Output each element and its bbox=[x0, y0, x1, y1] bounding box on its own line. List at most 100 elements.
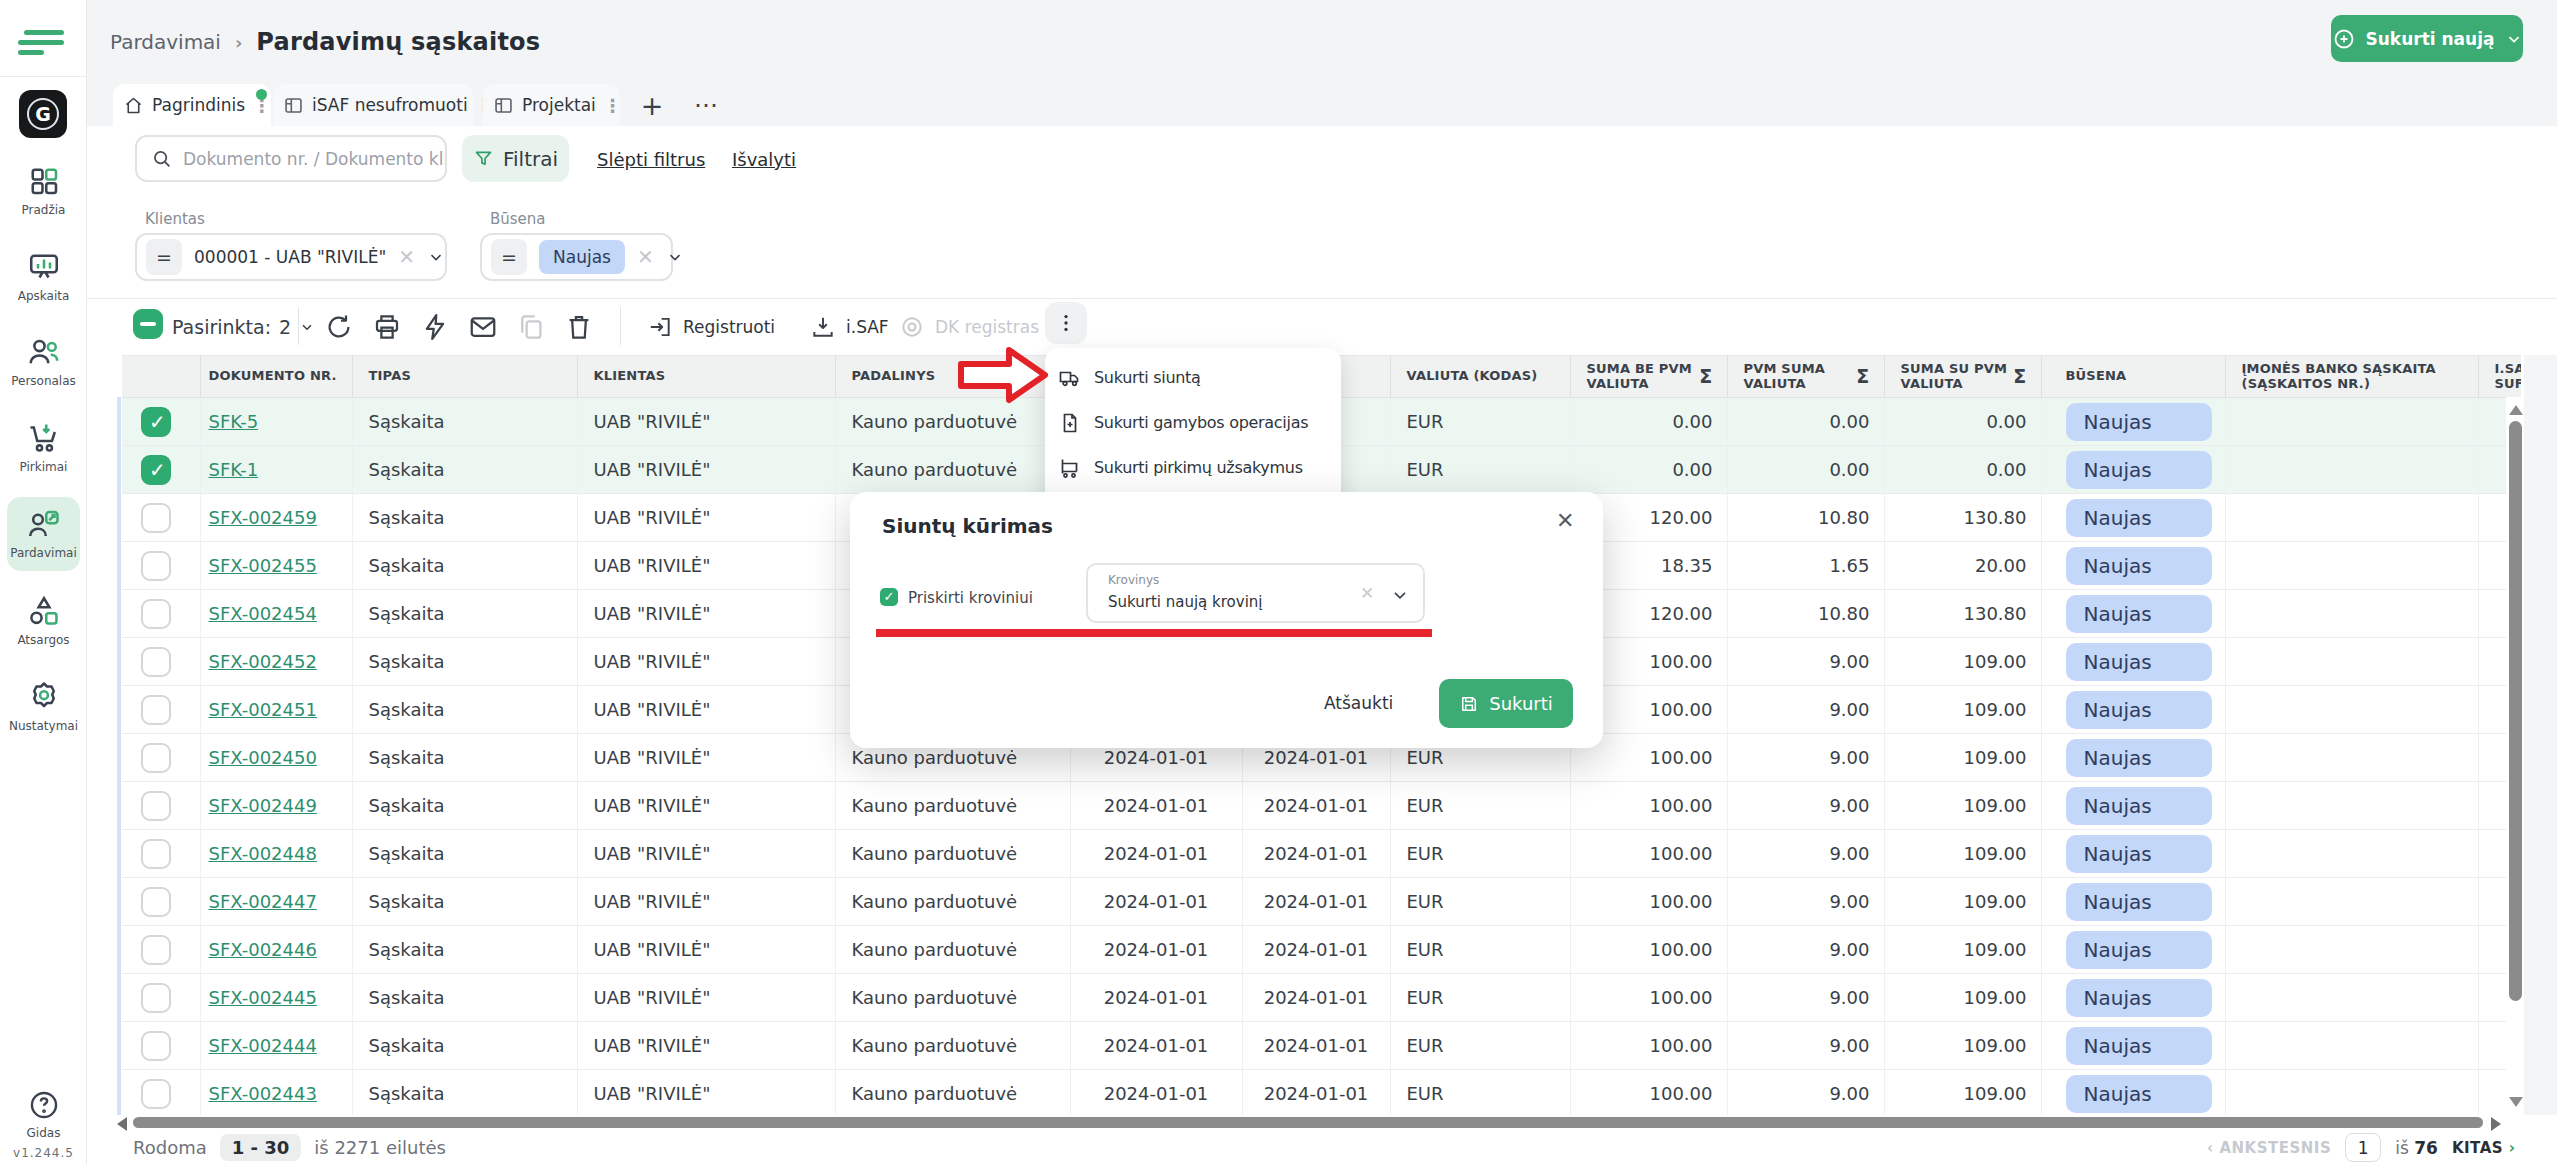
scroll-right-icon[interactable] bbox=[2491, 1117, 2501, 1131]
menu-item-sukurti-pirkimu[interactable]: Sukurti pirkimų užsakymus bbox=[1045, 445, 1341, 490]
filters-button[interactable]: Filtrai bbox=[462, 135, 569, 182]
hide-filters-link[interactable]: Slėpti filtrus bbox=[597, 149, 705, 170]
sum-icon[interactable]: Σ bbox=[1699, 366, 1712, 388]
sum-icon[interactable]: Σ bbox=[1856, 366, 1869, 388]
document-link[interactable]: SFX-002443 bbox=[209, 1083, 317, 1104]
chevron-down-icon[interactable] bbox=[427, 248, 445, 266]
tab-projektai[interactable]: Projektai ⋮ bbox=[483, 84, 620, 126]
row-checkbox[interactable] bbox=[141, 791, 171, 821]
document-link[interactable]: SFX-002455 bbox=[209, 555, 317, 576]
column-header-busena[interactable]: BŪSENA bbox=[2041, 356, 2225, 398]
column-header-tipas[interactable]: TIPAS bbox=[352, 356, 577, 398]
krovinys-select[interactable]: Krovinys Sukurti naują krovinį ✕ bbox=[1086, 563, 1425, 623]
menu-item-sukurti-siunta[interactable]: Sukurti siuntą bbox=[1045, 355, 1341, 400]
table-row[interactable]: SFX-002445 Sąskaita UAB "RIVILĖ" Kauno p… bbox=[122, 974, 2521, 1022]
row-checkbox[interactable] bbox=[141, 407, 171, 437]
table-row[interactable]: SFX-002444 Sąskaita UAB "RIVILĖ" Kauno p… bbox=[122, 1022, 2521, 1070]
sidebar-item-pardavimai[interactable]: Pardavimai bbox=[0, 506, 87, 560]
table-row[interactable]: SFX-002446 Sąskaita UAB "RIVILĖ" Kauno p… bbox=[122, 926, 2521, 974]
row-checkbox[interactable] bbox=[141, 647, 171, 677]
create-new-button[interactable]: Sukurti naują bbox=[2331, 15, 2523, 62]
sidebar-item-apskaita[interactable]: Apskaita bbox=[0, 249, 87, 303]
priskirti-checkbox[interactable]: ✓ bbox=[880, 588, 898, 606]
vertical-scrollbar-thumb[interactable] bbox=[2509, 421, 2522, 1001]
tab-pagrindinis[interactable]: Pagrindinis ⋮ bbox=[113, 84, 271, 126]
clear-icon[interactable]: ✕ bbox=[398, 245, 415, 269]
document-link[interactable]: SFX-002445 bbox=[209, 987, 317, 1008]
sidebar-item-personalas[interactable]: Personalas bbox=[0, 334, 87, 388]
column-header-imones-banko[interactable]: ĮMONĖS BANKO SĄSKAITA (SĄSKAITOS NR.) bbox=[2225, 356, 2478, 398]
chevron-down-icon[interactable] bbox=[666, 248, 684, 266]
column-header-klientas[interactable]: KLIENTAS bbox=[577, 356, 835, 398]
clear-icon[interactable]: ✕ bbox=[1360, 583, 1374, 603]
search-input[interactable]: Dokumento nr. / Dokumento kli bbox=[135, 135, 447, 182]
table-row[interactable]: SFX-002449 Sąskaita UAB "RIVILĖ" Kauno p… bbox=[122, 782, 2521, 830]
row-checkbox[interactable] bbox=[141, 839, 171, 869]
next-page-button[interactable]: KITAS › bbox=[2452, 1139, 2516, 1157]
clear-icon[interactable]: ✕ bbox=[637, 245, 654, 269]
print-button[interactable] bbox=[372, 312, 402, 342]
document-link[interactable]: SFX-002454 bbox=[209, 603, 317, 624]
row-checkbox[interactable] bbox=[141, 695, 171, 725]
row-checkbox[interactable] bbox=[141, 743, 171, 773]
row-checkbox[interactable] bbox=[141, 1079, 171, 1109]
busena-filter[interactable]: = Naujas ✕ bbox=[480, 233, 673, 281]
add-tab-button[interactable]: + bbox=[630, 84, 674, 126]
email-button[interactable] bbox=[468, 312, 498, 342]
document-link[interactable]: SFX-002447 bbox=[209, 891, 317, 912]
operator-button[interactable]: = bbox=[146, 239, 182, 275]
refresh-button[interactable] bbox=[324, 312, 354, 342]
scroll-down-icon[interactable] bbox=[2509, 1097, 2523, 1107]
tab-isaf-nesufromuoti[interactable]: iSAF nesufromuoti ⋮ bbox=[273, 84, 473, 126]
vertical-scrollbar[interactable] bbox=[2506, 397, 2524, 1115]
table-row[interactable]: SFX-002443 Sąskaita UAB "RIVILĖ" Kauno p… bbox=[122, 1070, 2521, 1116]
row-checkbox[interactable] bbox=[141, 503, 171, 533]
document-link[interactable]: SFX-002450 bbox=[209, 747, 317, 768]
column-header-pvm-suma[interactable]: PVM SUMA VALIUTAΣ bbox=[1727, 356, 1884, 398]
document-link[interactable]: SFX-002451 bbox=[209, 699, 317, 720]
horizontal-scrollbar-thumb[interactable] bbox=[133, 1117, 2483, 1128]
sidebar-item-pirkimai[interactable]: Pirkimai bbox=[0, 420, 87, 474]
cancel-button[interactable]: Atšaukti bbox=[1324, 693, 1393, 713]
more-actions-button[interactable] bbox=[1045, 302, 1087, 344]
sidebar-item-pradzia[interactable]: Pradžia bbox=[0, 163, 87, 217]
document-link[interactable]: SFK-1 bbox=[209, 459, 259, 480]
scroll-up-icon[interactable] bbox=[2509, 405, 2523, 415]
app-logo[interactable]: G bbox=[19, 90, 67, 138]
column-header-valiuta[interactable]: VALIUTA (KODAS) bbox=[1390, 356, 1570, 398]
delete-button[interactable] bbox=[564, 312, 594, 342]
document-link[interactable]: SFX-002452 bbox=[209, 651, 317, 672]
submit-button[interactable]: Sukurti bbox=[1439, 679, 1573, 728]
row-checkbox[interactable] bbox=[141, 599, 171, 629]
copy-button[interactable] bbox=[516, 312, 546, 342]
table-row[interactable]: SFX-002447 Sąskaita UAB "RIVILĖ" Kauno p… bbox=[122, 878, 2521, 926]
breadcrumb-section[interactable]: Pardavimai bbox=[110, 30, 221, 54]
document-link[interactable]: SFX-002446 bbox=[209, 939, 317, 960]
column-header-dokumento-nr[interactable]: DOKUMENTO NR. bbox=[200, 356, 352, 398]
sidebar-item-atsargos[interactable]: Atsargos bbox=[0, 593, 87, 647]
previous-page-button[interactable]: ‹ ANKSTESNIS bbox=[2207, 1139, 2331, 1157]
document-link[interactable]: SFK-5 bbox=[209, 411, 259, 432]
scroll-left-icon[interactable] bbox=[117, 1117, 127, 1131]
selected-count[interactable]: Pasirinkta:2 bbox=[172, 299, 315, 355]
page-number-input[interactable]: 1 bbox=[2345, 1133, 2381, 1162]
register-button[interactable]: Registruoti bbox=[647, 299, 775, 355]
sidebar-item-gidas[interactable]: Gidas bbox=[0, 1088, 87, 1140]
operator-button[interactable]: = bbox=[491, 239, 527, 275]
select-all-checkbox[interactable] bbox=[133, 309, 163, 339]
document-link[interactable]: SFX-002459 bbox=[209, 507, 317, 528]
row-checkbox[interactable] bbox=[141, 983, 171, 1013]
column-header-suma-su-pvm[interactable]: SUMA SU PVM VALIUTAΣ bbox=[1884, 356, 2041, 398]
row-checkbox[interactable] bbox=[141, 455, 171, 485]
sidebar-item-nustatymai[interactable]: Nustatymai bbox=[0, 679, 87, 733]
horizontal-scrollbar[interactable] bbox=[87, 1115, 2557, 1131]
column-header-suma-be-pvm[interactable]: SUMA BE PVM VALIUTAΣ bbox=[1570, 356, 1727, 398]
sum-icon[interactable]: Σ bbox=[2013, 366, 2026, 388]
clear-filters-link[interactable]: Išvalyti bbox=[732, 149, 796, 170]
document-link[interactable]: SFX-002448 bbox=[209, 843, 317, 864]
row-checkbox[interactable] bbox=[141, 551, 171, 581]
tabs-more-button[interactable]: ⋯ bbox=[685, 84, 729, 126]
quick-actions-button[interactable] bbox=[420, 312, 450, 342]
chevron-down-icon[interactable] bbox=[1390, 585, 1410, 605]
tab-options-icon[interactable]: ⋮ bbox=[604, 95, 622, 116]
